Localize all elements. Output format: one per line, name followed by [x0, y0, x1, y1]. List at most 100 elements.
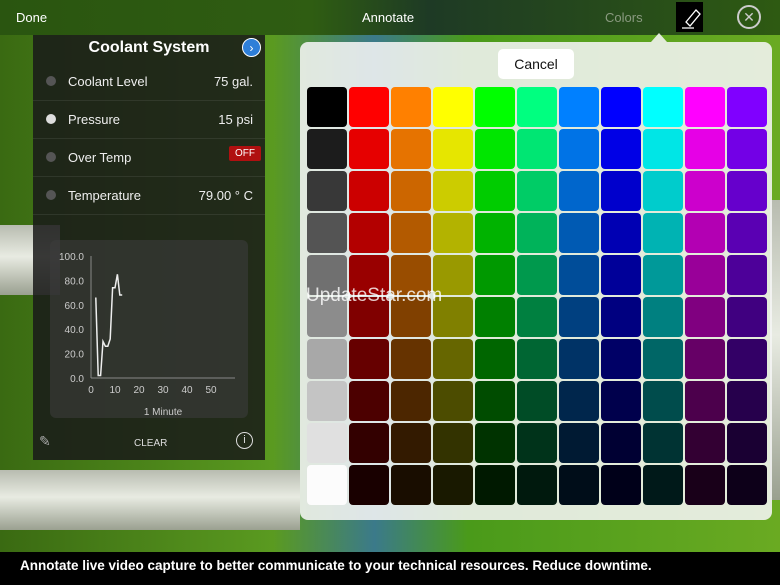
color-swatch[interactable] [559, 381, 599, 421]
color-swatch[interactable] [517, 297, 557, 337]
color-swatch[interactable] [391, 87, 431, 127]
color-swatch[interactable] [433, 423, 473, 463]
color-swatch[interactable] [517, 213, 557, 253]
color-swatch[interactable] [349, 465, 389, 505]
color-swatch[interactable] [349, 129, 389, 169]
color-swatch[interactable] [433, 213, 473, 253]
list-item[interactable]: Pressure 15 psi [33, 101, 265, 139]
color-swatch[interactable] [307, 381, 347, 421]
color-swatch[interactable] [643, 423, 683, 463]
color-swatch[interactable] [601, 465, 641, 505]
color-swatch[interactable] [307, 423, 347, 463]
color-swatch[interactable] [727, 129, 767, 169]
close-button[interactable]: ✕ [737, 5, 761, 29]
color-swatch[interactable] [349, 87, 389, 127]
color-swatch[interactable] [349, 339, 389, 379]
color-swatch[interactable] [559, 129, 599, 169]
color-swatch[interactable] [433, 465, 473, 505]
color-swatch[interactable] [517, 339, 557, 379]
color-swatch[interactable] [433, 171, 473, 211]
color-swatch[interactable] [559, 87, 599, 127]
color-swatch[interactable] [727, 255, 767, 295]
list-item[interactable]: Temperature 79.00 ° C [33, 177, 265, 215]
color-swatch[interactable] [391, 381, 431, 421]
color-swatch[interactable] [685, 255, 725, 295]
pencil-icon[interactable]: ✎ [39, 433, 51, 450]
color-swatch[interactable] [727, 423, 767, 463]
color-swatch[interactable] [349, 171, 389, 211]
cancel-button[interactable]: Cancel [498, 49, 574, 79]
color-swatch[interactable] [685, 381, 725, 421]
color-swatch[interactable] [517, 171, 557, 211]
color-swatch[interactable] [685, 465, 725, 505]
color-swatch[interactable] [349, 423, 389, 463]
color-swatch[interactable] [601, 297, 641, 337]
color-swatch[interactable] [601, 339, 641, 379]
color-swatch[interactable] [391, 213, 431, 253]
color-swatch[interactable] [643, 171, 683, 211]
color-swatch[interactable] [475, 213, 515, 253]
color-swatch[interactable] [433, 87, 473, 127]
color-swatch[interactable] [517, 87, 557, 127]
color-swatch[interactable] [643, 87, 683, 127]
info-icon[interactable]: i [236, 432, 253, 449]
color-swatch[interactable] [475, 129, 515, 169]
color-swatch[interactable] [475, 171, 515, 211]
color-swatch[interactable] [727, 171, 767, 211]
color-swatch[interactable] [433, 129, 473, 169]
color-swatch[interactable] [559, 255, 599, 295]
color-swatch[interactable] [643, 129, 683, 169]
list-item[interactable]: Over Temp OFF [33, 139, 265, 177]
color-swatch[interactable] [433, 381, 473, 421]
color-swatch[interactable] [643, 213, 683, 253]
color-swatch[interactable] [517, 381, 557, 421]
color-swatch[interactable] [559, 213, 599, 253]
chevron-right-icon[interactable]: › [242, 38, 261, 57]
color-swatch[interactable] [391, 129, 431, 169]
color-swatch[interactable] [391, 465, 431, 505]
color-swatch[interactable] [601, 255, 641, 295]
color-swatch[interactable] [391, 171, 431, 211]
color-swatch[interactable] [601, 423, 641, 463]
color-swatch[interactable] [685, 129, 725, 169]
color-swatch[interactable] [727, 339, 767, 379]
color-swatch[interactable] [391, 423, 431, 463]
color-swatch[interactable] [349, 213, 389, 253]
color-swatch[interactable] [685, 339, 725, 379]
color-swatch[interactable] [643, 465, 683, 505]
color-swatch[interactable] [517, 129, 557, 169]
highlighter-button[interactable] [676, 2, 703, 32]
color-swatch[interactable] [643, 297, 683, 337]
color-swatch[interactable] [685, 297, 725, 337]
colors-button[interactable]: Colors [605, 10, 643, 25]
color-swatch[interactable] [727, 297, 767, 337]
color-swatch[interactable] [349, 381, 389, 421]
color-swatch[interactable] [475, 465, 515, 505]
color-swatch[interactable] [475, 381, 515, 421]
color-swatch[interactable] [391, 339, 431, 379]
color-swatch[interactable] [601, 129, 641, 169]
color-swatch[interactable] [643, 339, 683, 379]
color-swatch[interactable] [307, 213, 347, 253]
color-swatch[interactable] [601, 171, 641, 211]
color-swatch[interactable] [685, 171, 725, 211]
color-swatch[interactable] [475, 339, 515, 379]
color-swatch[interactable] [307, 171, 347, 211]
color-swatch[interactable] [433, 339, 473, 379]
color-swatch[interactable] [685, 213, 725, 253]
color-swatch[interactable] [601, 87, 641, 127]
color-swatch[interactable] [475, 87, 515, 127]
color-swatch[interactable] [307, 465, 347, 505]
color-swatch[interactable] [475, 423, 515, 463]
color-swatch[interactable] [559, 423, 599, 463]
done-button[interactable]: Done [16, 10, 47, 25]
color-swatch[interactable] [307, 87, 347, 127]
color-swatch[interactable] [559, 465, 599, 505]
color-swatch[interactable] [685, 87, 725, 127]
color-swatch[interactable] [685, 423, 725, 463]
color-swatch[interactable] [559, 171, 599, 211]
color-swatch[interactable] [601, 213, 641, 253]
color-swatch[interactable] [559, 339, 599, 379]
clear-button[interactable]: CLEAR [134, 438, 167, 449]
color-swatch[interactable] [307, 339, 347, 379]
